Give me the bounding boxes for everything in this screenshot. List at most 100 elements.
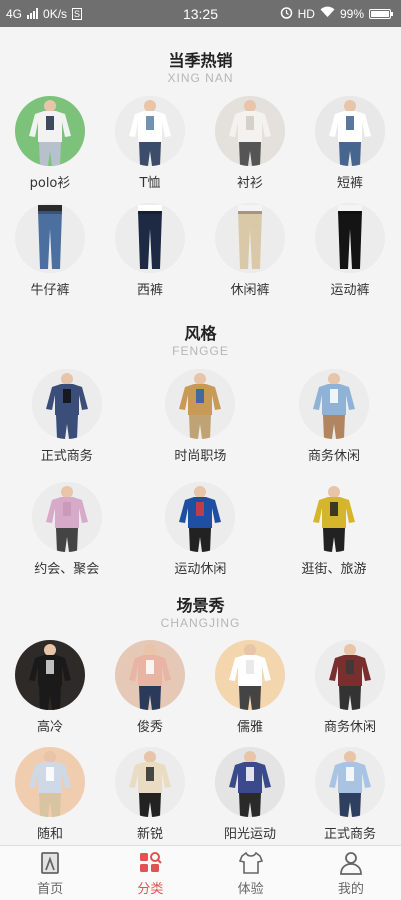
category-label: 衬衫: [236, 176, 263, 191]
section-title: 场景秀: [176, 596, 225, 615]
category-label: 正式商务: [323, 827, 376, 842]
category-label: 运动裤: [330, 283, 370, 298]
category-label: 商务休闲: [323, 720, 376, 735]
nav-item-tshirt[interactable]: 体验: [201, 846, 301, 900]
casual-shirt-image: [15, 747, 85, 817]
category-label: 阳光运动: [223, 827, 276, 842]
section-title: 风格: [184, 324, 217, 343]
category-content[interactable]: 当季热销 XING NAN polo衫 T恤 衬衫 短裤牛仔裤 西裤 休闲裤 运动裤 风格 …: [0, 27, 401, 845]
striped-shirt-image: [298, 369, 369, 439]
section-subtitle: FENGGE: [172, 344, 229, 358]
category-label: 约会、聚会: [34, 562, 100, 577]
style-grid: 正式商务 时尚职场 商务休闲约会、聚会 运动休闲 逛街、旅游: [0, 369, 401, 595]
category-item-hoodie[interactable]: 运动休闲: [134, 482, 268, 595]
category-item-plaid-shirt[interactable]: 逛街、旅游: [267, 482, 401, 595]
section-title: 当季热销: [168, 51, 233, 70]
category-label: polo衫: [29, 176, 71, 191]
nav-label: 首页: [37, 881, 64, 897]
category-label: 商务休闲: [307, 449, 360, 464]
category-item-chinos[interactable]: 休闲裤: [200, 203, 300, 310]
battery-percent: 99%: [339, 6, 364, 21]
nav-label: 体验: [237, 881, 264, 897]
graphic-tee-image: [115, 640, 185, 710]
category-item-casual-shirt[interactable]: 随和: [0, 747, 100, 845]
wifi-icon: [320, 6, 335, 21]
dress-shirt-image: [315, 747, 385, 817]
alarm-icon: [280, 6, 293, 22]
category-label: 随和: [36, 827, 63, 842]
category-label: 运动休闲: [174, 562, 227, 577]
category-label: 高冷: [36, 720, 63, 735]
section-subtitle: XING NAN: [167, 71, 234, 85]
category-label: 西裤: [136, 283, 163, 298]
profile-icon: [338, 850, 364, 878]
category-item-shorts[interactable]: 短裤: [300, 96, 400, 203]
hd-badge: HD: [297, 6, 315, 21]
status-bar: 4G 0K/s S 13:25 HD 99%: [0, 0, 401, 27]
network-type: 4G: [6, 6, 23, 21]
battery-icon: [369, 8, 393, 19]
category-item-suit[interactable]: 正式商务: [0, 369, 134, 482]
jeans-image: [15, 203, 85, 273]
category-item-jacket[interactable]: 时尚职场: [134, 369, 268, 482]
sim-badge: S: [72, 7, 83, 20]
white-shirt-image: [215, 640, 285, 710]
category-item-dress-shirt[interactable]: 正式商务: [300, 747, 400, 845]
nav-item-category[interactable]: 分类: [100, 846, 200, 900]
nav-label: 我的: [337, 881, 364, 897]
t-shirt-image: [115, 96, 185, 166]
shorts-image: [315, 96, 385, 166]
bottom-nav: 首页 分类 体验 我的: [0, 845, 401, 900]
category-label: 短裤: [336, 176, 363, 191]
category-item-sweater[interactable]: 约会、聚会: [0, 482, 134, 595]
category-label: 正式商务: [40, 449, 93, 464]
category-item-striped-shirt[interactable]: 商务休闲: [267, 369, 401, 482]
category-item-graphic-tee[interactable]: 俊秀: [100, 640, 200, 747]
category-item-pattern-shirt[interactable]: 新锐: [100, 747, 200, 845]
category-label: 儒雅: [236, 720, 263, 735]
category-item-polo-shirt[interactable]: polo衫: [0, 96, 100, 203]
nav-item-home[interactable]: 首页: [0, 846, 100, 900]
category-item-print-sweater[interactable]: 高冷: [0, 640, 100, 747]
scene-grid: 高冷 俊秀 儒雅 商务休闲随和 新锐 阳光运动 正式商务: [0, 640, 401, 845]
signal-icon: [27, 8, 39, 19]
jacket-image: [165, 369, 236, 439]
suit-image: [31, 369, 102, 439]
plaid-shirt-image: [298, 482, 369, 552]
hoodie-image: [165, 482, 236, 552]
sweater-image: [31, 482, 102, 552]
category-item-t-shirt[interactable]: T恤: [100, 96, 200, 203]
striped-sweater-image: [215, 747, 285, 817]
section-subtitle: CHANGJING: [160, 616, 241, 630]
category-item-joggers[interactable]: 运动裤: [300, 203, 400, 310]
section-hot-sale: 当季热销 XING NAN: [0, 51, 401, 85]
knit-top-image: [315, 640, 385, 710]
print-sweater-image: [15, 640, 85, 710]
category-item-striped-sweater[interactable]: 阳光运动: [200, 747, 300, 845]
section-scene: 场景秀 CHANGJING: [0, 596, 401, 630]
category-label: 牛仔裤: [30, 283, 70, 298]
category-item-trousers[interactable]: 西裤: [100, 203, 200, 310]
chinos-image: [215, 203, 285, 273]
home-icon: [37, 850, 63, 878]
section-style: 风格 FENGGE: [0, 324, 401, 358]
category-icon: [137, 850, 163, 878]
category-label: T恤: [139, 176, 161, 191]
category-label: 新锐: [136, 827, 163, 842]
pattern-shirt-image: [115, 747, 185, 817]
nav-item-profile[interactable]: 我的: [301, 846, 401, 900]
category-item-knit-top[interactable]: 商务休闲: [300, 640, 400, 747]
category-item-jeans[interactable]: 牛仔裤: [0, 203, 100, 310]
network-speed: 0K/s: [43, 6, 68, 21]
nav-label: 分类: [137, 881, 164, 897]
hot-sale-grid: polo衫 T恤 衬衫 短裤牛仔裤 西裤 休闲裤 运动裤: [0, 96, 401, 310]
polo-shirt-image: [15, 96, 85, 166]
category-label: 休闲裤: [230, 283, 270, 298]
category-item-shirt[interactable]: 衬衫: [200, 96, 300, 203]
category-label: 俊秀: [136, 720, 163, 735]
category-item-white-shirt[interactable]: 儒雅: [200, 640, 300, 747]
joggers-image: [315, 203, 385, 273]
trousers-image: [115, 203, 185, 273]
category-label: 时尚职场: [174, 449, 227, 464]
category-label: 逛街、旅游: [301, 562, 367, 577]
